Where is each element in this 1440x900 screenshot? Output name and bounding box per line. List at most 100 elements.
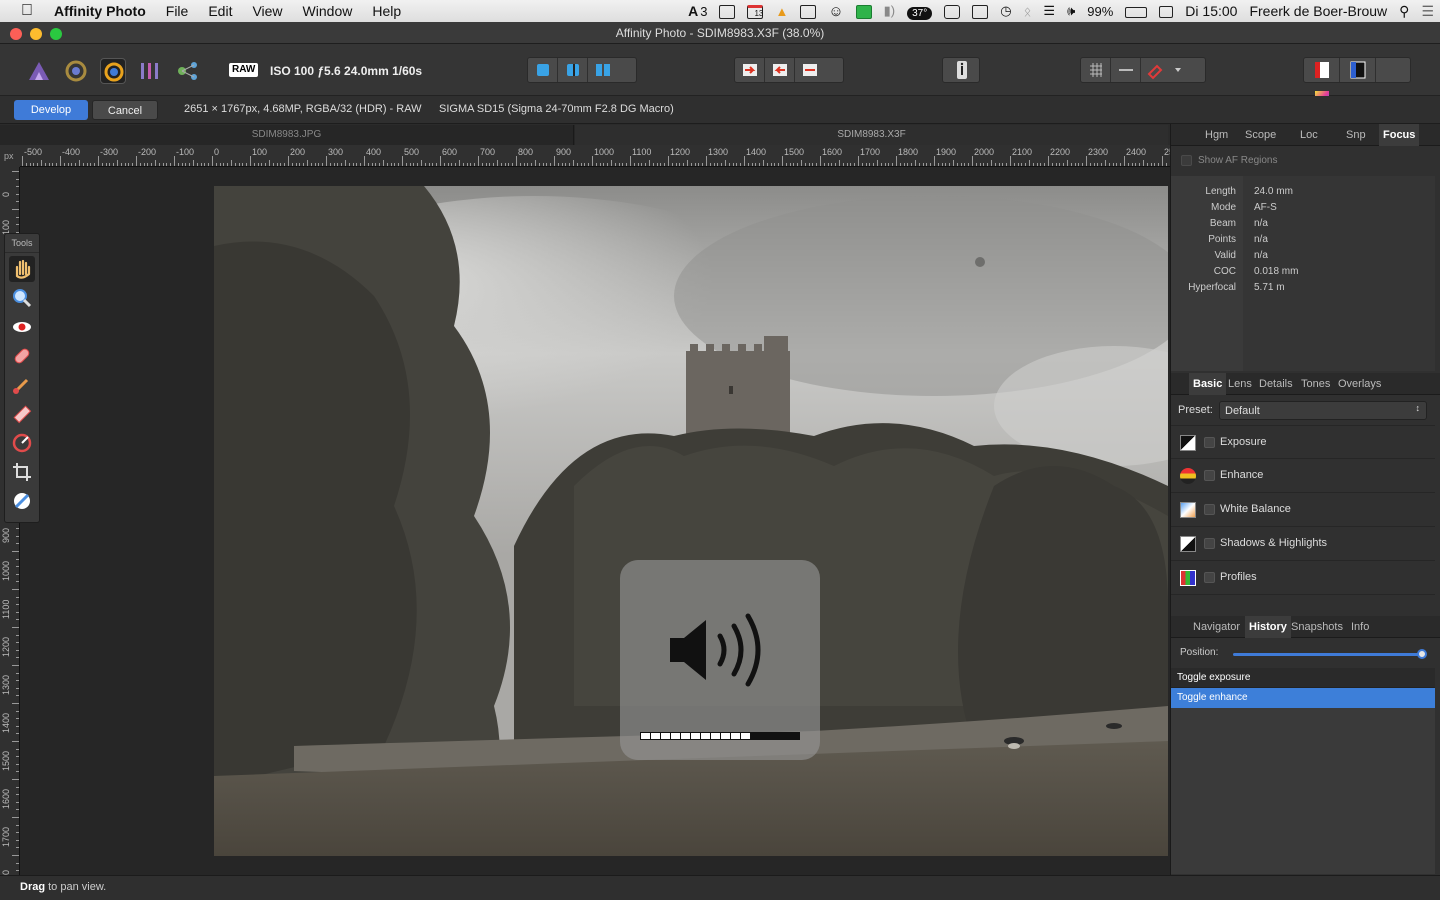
battery-percent[interactable]: 99% xyxy=(1081,4,1119,19)
clock[interactable]: Di 15:00 xyxy=(1179,3,1243,19)
white-balance-picker-icon[interactable] xyxy=(9,488,35,514)
adjustment-exposure[interactable]: Exposure xyxy=(1171,425,1435,459)
tab-jpg[interactable]: SDIM8983.JPG xyxy=(0,125,574,145)
adobe-badge[interactable]: A3 xyxy=(682,3,713,19)
mirror-view-button[interactable] xyxy=(588,58,618,82)
printer-icon[interactable] xyxy=(794,3,822,19)
wifi-icon[interactable]: ☰ xyxy=(1037,3,1061,19)
clip-shadows-button[interactable] xyxy=(765,58,795,82)
image-info: 2651 × 1767px, 4.68MP, RGBA/32 (HDR) - R… xyxy=(184,103,422,115)
grid-overlay-button[interactable] xyxy=(1081,58,1111,82)
gradient-tool-icon[interactable] xyxy=(9,430,35,456)
tab-info[interactable]: Info xyxy=(1351,616,1369,638)
white-balance-checkbox[interactable] xyxy=(1204,504,1215,515)
tone-mapping-persona-icon[interactable] xyxy=(138,58,164,84)
tab-overlays[interactable]: Overlays xyxy=(1338,373,1381,395)
volume-level-bar xyxy=(640,732,800,740)
tab-details[interactable]: Details xyxy=(1259,373,1293,395)
single-view-button[interactable] xyxy=(528,58,558,82)
cancel-button[interactable]: Cancel xyxy=(92,100,158,120)
smiley-icon[interactable]: ☺ xyxy=(822,3,849,20)
menu-window[interactable]: Window xyxy=(293,3,363,19)
histogram-panel-toggle[interactable] xyxy=(1304,58,1340,82)
adjustment-white-balance[interactable]: White Balance xyxy=(1171,493,1435,527)
enhance-checkbox[interactable] xyxy=(1204,470,1215,481)
time-machine-icon[interactable]: ◷ xyxy=(994,3,1017,19)
tab-basic[interactable]: Basic xyxy=(1189,373,1227,395)
airplay-icon[interactable] xyxy=(966,3,994,19)
zoom-tool-icon[interactable] xyxy=(9,285,35,311)
develop-button[interactable]: Develop xyxy=(14,100,88,120)
ruler-tick xyxy=(584,163,586,166)
position-slider-knob[interactable] xyxy=(1417,649,1427,659)
camera-icon[interactable] xyxy=(938,3,966,19)
ruler-tick xyxy=(147,163,149,166)
preset-select[interactable]: Default ↕ xyxy=(1219,401,1427,420)
menu-view[interactable]: View xyxy=(242,3,292,19)
tab-lens[interactable]: Lens xyxy=(1228,373,1252,395)
tab-navigator[interactable]: Navigator xyxy=(1193,616,1240,638)
tab-loc[interactable]: Loc xyxy=(1300,124,1318,146)
cone-icon[interactable]: ▲ xyxy=(769,4,794,19)
notification-center-icon[interactable]: ☰ xyxy=(1415,3,1440,20)
volume-segment xyxy=(741,733,750,739)
green-app-icon[interactable] xyxy=(850,3,878,19)
ruler-tick xyxy=(941,163,943,166)
menu-help[interactable]: Help xyxy=(362,3,411,19)
adjustment-enhance[interactable]: Enhance xyxy=(1171,459,1435,493)
studio-panel-toggle[interactable] xyxy=(1340,58,1376,82)
show-af-checkbox[interactable] xyxy=(1181,155,1192,166)
menu-edit[interactable]: Edit xyxy=(198,3,242,19)
clip-tones-button[interactable] xyxy=(795,58,825,82)
tab-snp[interactable]: Snp xyxy=(1346,124,1366,146)
temperature-badge[interactable]: 37° xyxy=(901,4,938,20)
bluetooth-icon[interactable]: ᛟ xyxy=(1018,4,1038,19)
tab-history[interactable]: History xyxy=(1245,616,1291,638)
brush-tool-icon[interactable] xyxy=(9,372,35,398)
apple-menu-icon[interactable]:  xyxy=(0,2,54,20)
canvas-area[interactable] xyxy=(20,167,1170,875)
history-item-selected[interactable]: Toggle enhance xyxy=(1171,688,1435,708)
tab-x3f[interactable]: SDIM8983.X3F xyxy=(575,125,1168,145)
develop-persona-icon[interactable] xyxy=(100,58,126,84)
clip-highlights-button[interactable] xyxy=(735,58,765,82)
erase-overlay-button[interactable] xyxy=(1141,58,1205,82)
menu-file[interactable]: File xyxy=(156,3,199,19)
horizon-overlay-button[interactable] xyxy=(1111,58,1141,82)
user-name[interactable]: Freerk de Boer-Brouw xyxy=(1243,3,1393,19)
position-slider-track[interactable] xyxy=(1233,653,1423,656)
liquify-persona-icon[interactable] xyxy=(63,58,89,84)
close-window-button[interactable] xyxy=(10,28,22,40)
crop-tool-icon[interactable] xyxy=(9,459,35,485)
photo-persona-icon[interactable] xyxy=(26,58,52,84)
tab-scope[interactable]: Scope xyxy=(1245,124,1276,146)
volume-icon[interactable]: 🕪 xyxy=(1061,3,1081,19)
eraser-tool-icon[interactable] xyxy=(9,401,35,427)
battery-icon[interactable] xyxy=(1119,4,1153,19)
input-source-icon[interactable] xyxy=(1153,4,1179,19)
adjustment-shadows-highlights[interactable]: Shadows & Highlights xyxy=(1171,527,1435,561)
app-menu[interactable]: Affinity Photo xyxy=(54,3,156,19)
tab-snapshots[interactable]: Snapshots xyxy=(1291,616,1343,638)
zoom-window-button[interactable] xyxy=(50,28,62,40)
display-icon[interactable] xyxy=(713,3,741,19)
minimize-window-button[interactable] xyxy=(30,28,42,40)
info-button[interactable] xyxy=(942,57,980,83)
history-item[interactable]: Toggle exposure xyxy=(1171,668,1435,688)
blemish-tool-icon[interactable] xyxy=(9,343,35,369)
adjustment-profiles[interactable]: Profiles xyxy=(1171,561,1435,595)
red-eye-tool-icon[interactable] xyxy=(9,314,35,340)
tab-hgm[interactable]: Hgm xyxy=(1205,124,1228,146)
export-persona-icon[interactable] xyxy=(175,58,201,84)
split-view-button[interactable] xyxy=(558,58,588,82)
horizontal-ruler[interactable]: -500 -400 -300 -200 -100 0 100 200 300 400 500 600 7… xyxy=(20,145,1170,167)
exposure-checkbox[interactable] xyxy=(1204,437,1215,448)
calendar-icon[interactable]: 13 xyxy=(741,3,769,19)
profiles-checkbox[interactable] xyxy=(1204,572,1215,583)
shadows-highlights-checkbox[interactable] xyxy=(1204,538,1215,549)
tab-focus[interactable]: Focus xyxy=(1379,124,1420,146)
tab-tones[interactable]: Tones xyxy=(1301,373,1330,395)
hand-tool-icon[interactable] xyxy=(9,256,35,282)
bluetooth-speaker-icon[interactable]: ▮) xyxy=(878,3,901,19)
spotlight-icon[interactable]: ⚲ xyxy=(1393,3,1415,20)
